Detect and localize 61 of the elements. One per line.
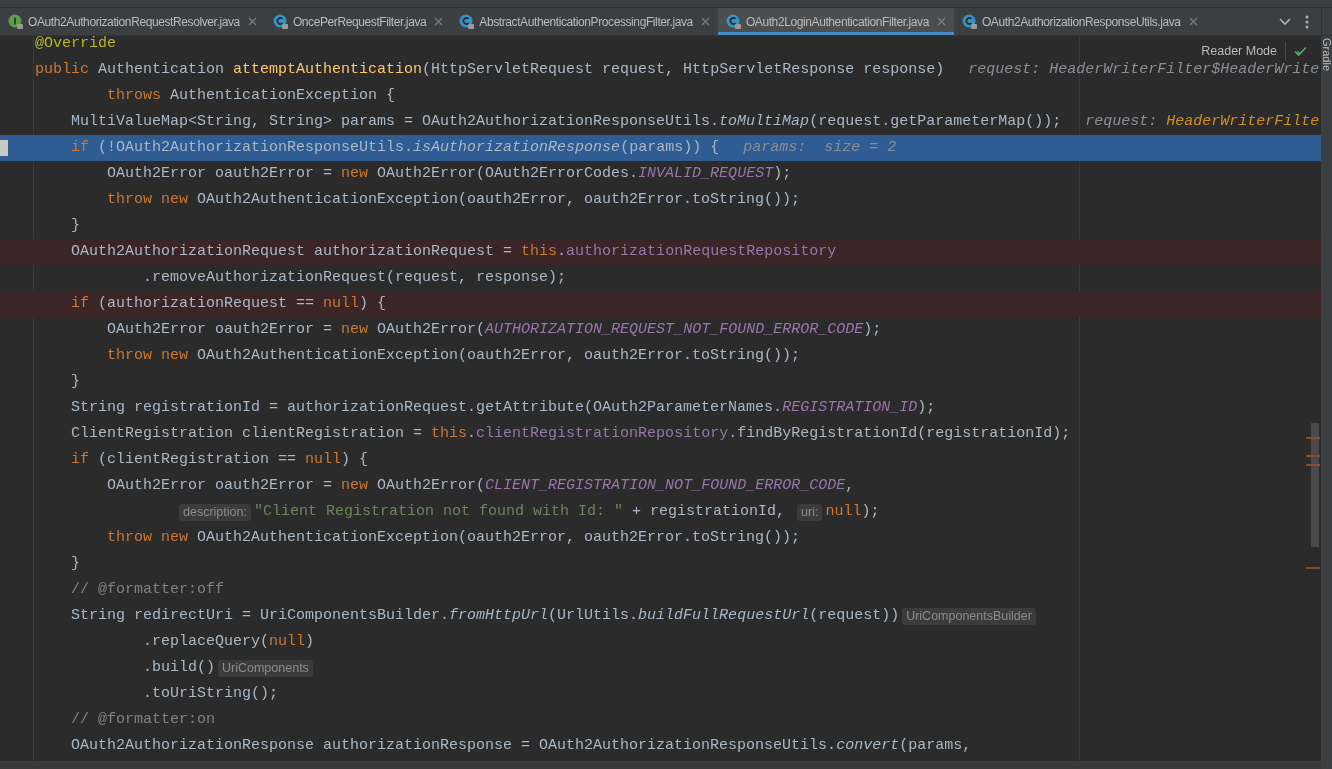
chevron-down-icon[interactable] bbox=[1279, 17, 1291, 26]
code-line: if (clientRegistration == null) { bbox=[71, 449, 369, 470]
inlay-hint: UriComponents bbox=[218, 659, 313, 677]
code-line: // @formatter:off bbox=[71, 579, 225, 600]
editor-tab[interactable]: OncePerRequestFilter.java bbox=[264, 8, 452, 35]
close-icon[interactable] bbox=[434, 17, 444, 26]
editor-tab[interactable]: AbstractAuthenticationProcessingFilter.java bbox=[451, 8, 718, 35]
code-line: throw new OAuth2AuthenticationException(oauth2Error, oauth2Error.toString()); bbox=[107, 189, 801, 210]
code-line: String registrationId = authorizationRequest.getAttribute(OAuth2ParameterNames.REGISTRATION_ID); bbox=[71, 397, 936, 418]
debug-inline-value: params: size = 2 bbox=[743, 137, 897, 158]
code-line: .replaceQuery(null) bbox=[143, 631, 315, 652]
code-line: OAuth2AuthorizationResponse authorizationResponse = OAuth2AuthorizationResponseUtils.convert(params, bbox=[71, 735, 972, 756]
editor-tab[interactable]: OAuth2AuthorizationResponseUtils.java bbox=[953, 8, 1206, 35]
close-icon[interactable] bbox=[247, 17, 257, 26]
code-line: if (!OAuth2AuthorizationResponseUtils.isAuthorizationResponse(params)) { bbox=[71, 137, 720, 158]
error-marker[interactable] bbox=[1306, 464, 1320, 466]
close-icon[interactable] bbox=[700, 17, 710, 26]
more-icon[interactable] bbox=[1305, 14, 1309, 29]
code-line: public Authentication attemptAuthentication(HttpServletRequest request, HttpServletResponse response) bbox=[35, 59, 945, 80]
code-line: .toUriString(); bbox=[143, 683, 279, 704]
code-line: } bbox=[71, 215, 80, 236]
inlay-hint: uri: bbox=[797, 503, 823, 521]
error-marker[interactable] bbox=[1306, 567, 1320, 569]
code-line: throw new OAuth2AuthenticationException(oauth2Error, oauth2Error.toString()); bbox=[107, 527, 801, 548]
code-line: OAuth2Error oauth2Error = new OAuth2Error(CLIENT_REGISTRATION_NOT_FOUND_ERROR_CODE, bbox=[107, 475, 855, 496]
code-line: OAuth2AuthorizationRequest authorizationRequest = this.authorizationRequestRepository bbox=[71, 241, 837, 262]
close-icon[interactable] bbox=[1188, 17, 1198, 26]
code-line: OAuth2Error oauth2Error = new OAuth2Error(OAuth2ErrorCodes.INVALID_REQUEST); bbox=[107, 163, 792, 184]
close-icon[interactable] bbox=[936, 17, 946, 26]
code-line: @Override bbox=[35, 36, 116, 54]
code-line: "Client Registration not found with Id: " + registrationId, bbox=[253, 501, 787, 522]
class-file-icon bbox=[459, 13, 476, 30]
code-line: MultiValueMap<String, String> params = OAuth2AuthorizationResponseUtils.toMultiMap(request.getParameterMap()); bbox=[71, 111, 1062, 132]
side-panel-tab[interactable]: Gradle bbox=[1318, 38, 1332, 72]
code-line: OAuth2Error oauth2Error = new OAuth2Error(AUTHORIZATION_REQUEST_NOT_FOUND_ERROR_CODE); bbox=[107, 319, 882, 340]
code-line: ClientRegistration clientRegistration = this.clientRegistrationRepository.findByRegistrationId(registrationId); bbox=[71, 423, 1071, 444]
code-line: } bbox=[71, 553, 80, 574]
code-line: String redirectUri = UriComponentsBuilder.fromHttpUrl(UrlUtils.buildFullRequestUrl(request)) bbox=[71, 605, 900, 626]
editor-tab[interactable]: OAuth2AuthorizationRequestResolver.java bbox=[0, 8, 265, 35]
code-line: throw new OAuth2AuthenticationException(oauth2Error, oauth2Error.toString()); bbox=[107, 345, 801, 366]
code-line: // @formatter:on bbox=[71, 709, 216, 730]
class-file-icon bbox=[725, 13, 742, 30]
reader-mode-button[interactable]: Reader Mode bbox=[1201, 42, 1286, 61]
debug-inline-value: request: HeaderWriterFilte bbox=[1085, 111, 1320, 132]
debug-inline-value: request: HeaderWriterFilter$HeaderWrite bbox=[968, 59, 1320, 80]
editor-tab[interactable]: OAuth2LoginAuthenticationFilter.java bbox=[717, 8, 954, 35]
scrollbar-thumb[interactable] bbox=[1311, 423, 1319, 547]
code-line: } bbox=[71, 371, 80, 392]
class-file-icon bbox=[961, 13, 978, 30]
code-line: throws AuthenticationException { bbox=[107, 85, 396, 106]
error-marker[interactable] bbox=[1306, 437, 1320, 439]
check-icon bbox=[1294, 45, 1307, 57]
class-file-icon bbox=[272, 13, 289, 30]
interface-file-icon bbox=[8, 13, 24, 30]
code-line: if (authorizationRequest == null) { bbox=[71, 293, 387, 314]
code-line: .build() bbox=[143, 657, 215, 678]
inlay-hint: description: bbox=[179, 503, 251, 521]
inlay-hint: UriComponentsBuilder bbox=[902, 607, 1036, 625]
code-line: .removeAuthorizationRequest(request, response); bbox=[143, 267, 567, 288]
code-line: null); bbox=[825, 501, 880, 522]
error-marker[interactable] bbox=[1306, 455, 1320, 457]
